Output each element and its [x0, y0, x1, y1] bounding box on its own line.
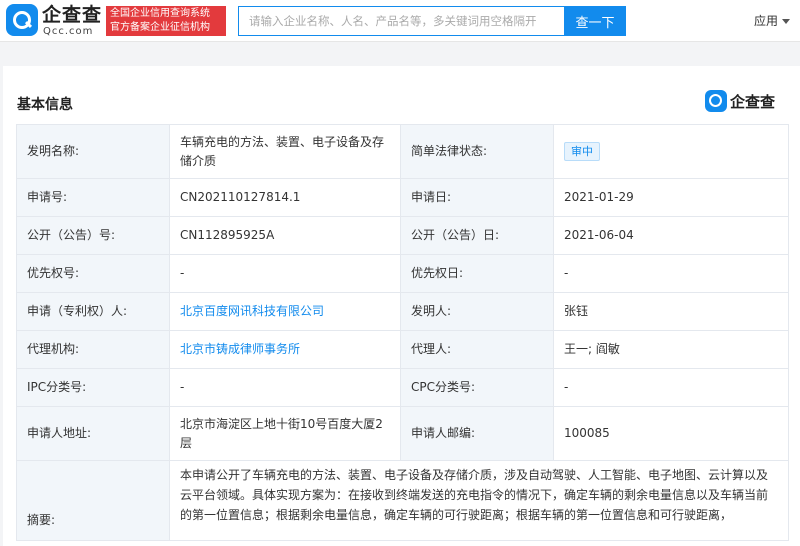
table-row: 摘要: 本申请公开了车辆充电的方法、装置、电子设备及存储介质，涉及自动驾驶、人工… — [16, 460, 789, 541]
publication-date-value: 2021-06-04 — [553, 216, 789, 255]
search-input[interactable] — [238, 6, 564, 36]
abstract-label: 摘要: — [16, 460, 170, 541]
priority-no-value: - — [169, 254, 401, 293]
priority-date-value: - — [553, 254, 789, 293]
publication-no-value: CN112895925A — [169, 216, 401, 255]
cpc-value: - — [553, 368, 789, 407]
app-menu-label: 应用 — [754, 14, 779, 28]
applicant-label: 申请（专利权）人: — [16, 292, 170, 331]
agent-label: 代理人: — [400, 330, 554, 369]
logo-name: 企查查 — [42, 4, 103, 26]
agency-label: 代理机构: — [16, 330, 170, 369]
patent-info-card: 基本信息 企查查 发明名称: 车辆充电的方法、装置、电子设备及存储介质 简单法律… — [3, 66, 800, 546]
legal-status-label: 简单法律状态: — [400, 124, 554, 179]
agency-link[interactable]: 北京市铸成律师事务所 — [169, 330, 401, 369]
postcode-value: 100085 — [553, 406, 789, 461]
publication-date-label: 公开（公告）日: — [400, 216, 554, 255]
invention-name-label: 发明名称: — [16, 124, 170, 179]
app-menu[interactable]: 应用 — [754, 12, 791, 29]
watermark-name: 企查查 — [730, 93, 776, 111]
credit-agency-badge: 全国企业信用查询系统 官方备案企业征信机构 — [106, 6, 226, 36]
chevron-down-icon — [782, 19, 791, 24]
top-header: 企查查 Qcc.com 全国企业信用查询系统 官方备案企业征信机构 查一下 应用 — [0, 0, 800, 42]
address-value: 北京市海淀区上地十街10号百度大厦2层 — [169, 406, 401, 461]
qcc-logo[interactable]: 企查查 Qcc.com — [6, 4, 102, 38]
application-date-label: 申请日: — [400, 178, 554, 217]
table-row: 申请（专利权）人: 北京百度网讯科技有限公司 发明人: 张钰 — [16, 292, 789, 331]
cpc-label: CPC分类号: — [400, 368, 554, 407]
table-row: 优先权号: - 优先权日: - — [16, 254, 789, 293]
postcode-label: 申请人邮编: — [400, 406, 554, 461]
basic-info-table: 发明名称: 车辆充电的方法、装置、电子设备及存储介质 简单法律状态: 审中 申请… — [16, 124, 789, 541]
logo-domain: Qcc.com — [43, 26, 94, 37]
application-date-value: 2021-01-29 — [553, 178, 789, 217]
badge-line-1: 全国企业信用查询系统 — [110, 8, 210, 19]
qcc-watermark-icon — [705, 90, 727, 112]
legal-status-cell: 审中 — [553, 124, 789, 179]
application-no-label: 申请号: — [16, 178, 170, 217]
status-badge: 审中 — [564, 142, 600, 161]
table-row: 申请人地址: 北京市海淀区上地十街10号百度大厦2层 申请人邮编: 100085 — [16, 406, 789, 461]
ipc-label: IPC分类号: — [16, 368, 170, 407]
abstract-text: 本申请公开了车辆充电的方法、装置、电子设备及存储介质，涉及自动驾驶、人工智能、电… — [169, 460, 789, 541]
table-row: IPC分类号: - CPC分类号: - — [16, 368, 789, 407]
priority-date-label: 优先权日: — [400, 254, 554, 293]
table-row: 发明名称: 车辆充电的方法、装置、电子设备及存储介质 简单法律状态: 审中 — [16, 124, 789, 179]
table-row: 申请号: CN202110127814.1 申请日: 2021-01-29 — [16, 178, 789, 217]
agent-value: 王一; 阎敏 — [553, 330, 789, 369]
qcc-watermark: 企查查 — [705, 90, 789, 112]
qcc-logo-icon — [6, 4, 38, 36]
priority-no-label: 优先权号: — [16, 254, 170, 293]
section-title: 基本信息 — [17, 97, 73, 113]
badge-line-2: 官方备案企业征信机构 — [110, 22, 210, 33]
invention-name-value: 车辆充电的方法、装置、电子设备及存储介质 — [169, 124, 401, 179]
search-button[interactable]: 查一下 — [564, 6, 626, 36]
inventor-value: 张钰 — [553, 292, 789, 331]
address-label: 申请人地址: — [16, 406, 170, 461]
publication-no-label: 公开（公告）号: — [16, 216, 170, 255]
inventor-label: 发明人: — [400, 292, 554, 331]
table-row: 公开（公告）号: CN112895925A 公开（公告）日: 2021-06-0… — [16, 216, 789, 255]
applicant-link[interactable]: 北京百度网讯科技有限公司 — [169, 292, 401, 331]
ipc-value: - — [169, 368, 401, 407]
application-no-value: CN202110127814.1 — [169, 178, 401, 217]
table-row: 代理机构: 北京市铸成律师事务所 代理人: 王一; 阎敏 — [16, 330, 789, 369]
